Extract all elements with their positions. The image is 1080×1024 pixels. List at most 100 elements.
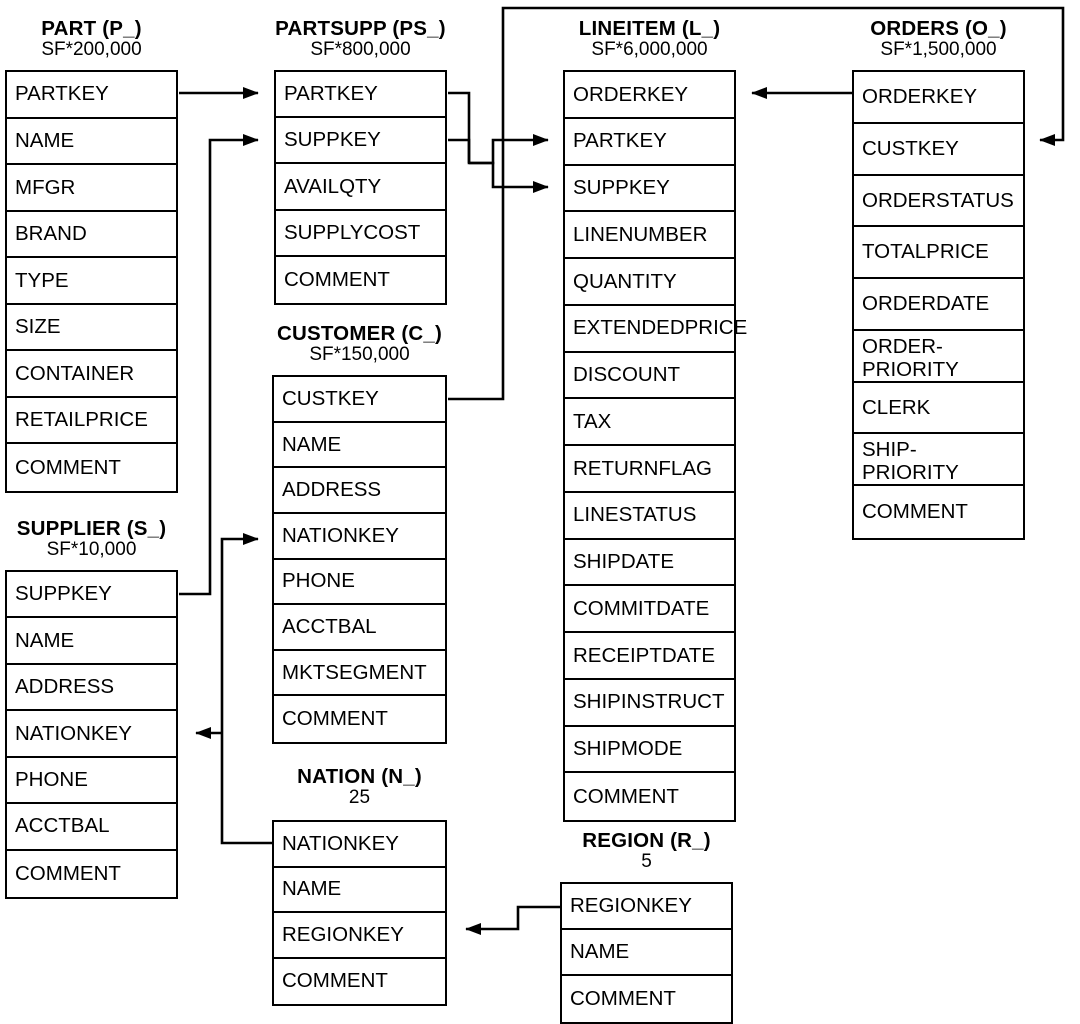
column-label: BRAND: [15, 222, 87, 246]
entity-orders-table: ORDERKEY CUSTKEY ORDERSTATUS TOTALPRICE ORDE…: [852, 70, 1025, 540]
column-row: TAX: [565, 399, 734, 446]
column-row: COMMENT: [276, 257, 445, 303]
column-label: SUPPKEY: [284, 128, 381, 152]
column-row: CUSTKEY: [854, 124, 1023, 176]
column-row: SHIP- PRIORITY: [854, 434, 1023, 487]
entity-nation-cardinality: 25: [348, 787, 371, 809]
column-label: ACCTBAL: [15, 814, 110, 838]
column-row: NATIONKEY: [7, 711, 176, 758]
column-row: MFGR: [7, 165, 176, 212]
column-row: ORDERKEY: [565, 72, 734, 119]
column-label: COMMENT: [282, 969, 388, 993]
entity-partsupp-name: PARTSUPP (PS_): [275, 17, 446, 40]
column-row: ORDERSTATUS: [854, 176, 1023, 228]
column-label: ORDERKEY: [862, 85, 978, 109]
column-row: SUPPKEY: [276, 118, 445, 165]
column-row: PHONE: [7, 758, 176, 805]
column-label: REGIONKEY: [282, 922, 404, 946]
entity-part-cardinality: SF*200,000: [41, 39, 142, 61]
column-row: PARTKEY: [7, 72, 176, 119]
entity-supplier-name: SUPPLIER (S_): [16, 517, 167, 540]
connector-partsupp-lineitem-suppkey-tail: [469, 161, 549, 194]
column-label: RETURNFLAG: [573, 456, 712, 480]
column-row: COMMENT: [565, 773, 734, 820]
column-row: SUPPKEY: [565, 166, 734, 213]
column-label: EXTENDEDPRICE: [573, 316, 748, 340]
column-row: SHIPDATE: [565, 540, 734, 587]
column-label: COMMENT: [15, 861, 121, 885]
column-row: DISCOUNT: [565, 353, 734, 400]
column-row: ACCTBAL: [274, 605, 445, 651]
column-label: PARTKEY: [15, 82, 109, 106]
connector-supplier-partsupp: [179, 133, 259, 596]
column-label: COMMITDATE: [573, 596, 710, 620]
column-row: SUPPKEY: [7, 572, 176, 619]
column-label: QUANTITY: [573, 269, 677, 293]
column-label: LINENUMBER: [573, 222, 708, 246]
column-row: CLERK: [854, 383, 1023, 435]
column-label: PARTKEY: [573, 129, 667, 153]
column-label: PHONE: [282, 569, 355, 593]
column-row: REGIONKEY: [274, 913, 445, 959]
column-row: SIZE: [7, 305, 176, 352]
column-label: TYPE: [15, 268, 69, 292]
column-label: ORDERDATE: [862, 292, 990, 316]
column-row: ADDRESS: [7, 665, 176, 712]
column-row: ACCTBAL: [7, 804, 176, 851]
column-row: NAME: [7, 119, 176, 166]
column-row: PARTKEY: [276, 72, 445, 119]
column-row: TOTALPRICE: [854, 227, 1023, 280]
entity-lineitem-name: LINEITEM (L_): [578, 17, 721, 40]
column-label: PRIORITY: [862, 461, 959, 485]
column-row: COMMENT: [854, 486, 1023, 538]
entity-supplier-table: SUPPKEY NAME ADDRESS NATIONKEY PHONE ACCTBAL C…: [5, 570, 178, 899]
column-row: ORDERDATE: [854, 279, 1023, 331]
column-row: ORDER- PRIORITY: [854, 331, 1023, 383]
column-label: COMMENT: [573, 784, 679, 808]
entity-supplier-cardinality: SF*10,000: [46, 539, 137, 561]
entity-partsupp-cardinality: SF*800,000: [310, 39, 411, 61]
column-row: CONTAINER: [7, 351, 176, 398]
column-row: COMMENT: [274, 959, 445, 1005]
column-row: COMMENT: [7, 444, 176, 491]
column-row: NAME: [562, 930, 731, 976]
column-row: NAME: [274, 423, 445, 469]
connector-region-nation: [465, 905, 560, 936]
column-label: SHIPINSTRUCT: [573, 690, 725, 714]
column-label: AVAILQTY: [284, 174, 382, 198]
connector-partsupp-lineitem-partkey: [448, 91, 549, 165]
column-row: LINESTATUS: [565, 493, 734, 540]
column-label: SUPPLYCOST: [284, 220, 421, 244]
column-row: MKTSEGMENT: [274, 651, 445, 697]
column-label: CONTAINER: [15, 361, 135, 385]
column-row: QUANTITY: [565, 259, 734, 306]
column-label: NATIONKEY: [282, 523, 399, 547]
column-row: COMMENT: [562, 976, 731, 1022]
entity-region-cardinality: 5: [641, 851, 652, 873]
column-row: REGIONKEY: [562, 884, 731, 930]
entity-partsupp-table: PARTKEY SUPPKEY AVAILQTY SUPPLYCOST COMMENT: [274, 70, 447, 305]
column-label: LINESTATUS: [573, 503, 697, 527]
column-label: NATIONKEY: [282, 831, 399, 855]
column-label: SUPPKEY: [15, 582, 112, 606]
column-label: COMMENT: [570, 987, 676, 1011]
column-row: EXTENDEDPRICE: [565, 306, 747, 353]
column-label: SUPPKEY: [573, 176, 670, 200]
column-row: BRAND: [7, 212, 176, 259]
column-row: COMMITDATE: [565, 586, 734, 633]
entity-lineitem-cardinality: SF*6,000,000: [591, 39, 708, 61]
column-label: ORDERKEY: [573, 82, 689, 106]
column-label: NATIONKEY: [15, 721, 132, 745]
entity-orders-cardinality: SF*1,500,000: [880, 39, 997, 61]
column-label: SIZE: [15, 315, 61, 339]
connector-nation-customer: [220, 532, 272, 845]
column-label: MFGR: [15, 175, 76, 199]
column-row: PARTKEY: [565, 119, 734, 166]
column-label: DISCOUNT: [573, 363, 681, 387]
column-row: RECEIPTDATE: [565, 633, 734, 680]
column-label: REGIONKEY: [570, 894, 692, 918]
column-row: RETURNFLAG: [565, 446, 734, 493]
column-label: TOTALPRICE: [862, 240, 989, 264]
column-label: PARTKEY: [284, 82, 378, 106]
column-label: CUSTKEY: [282, 386, 379, 410]
